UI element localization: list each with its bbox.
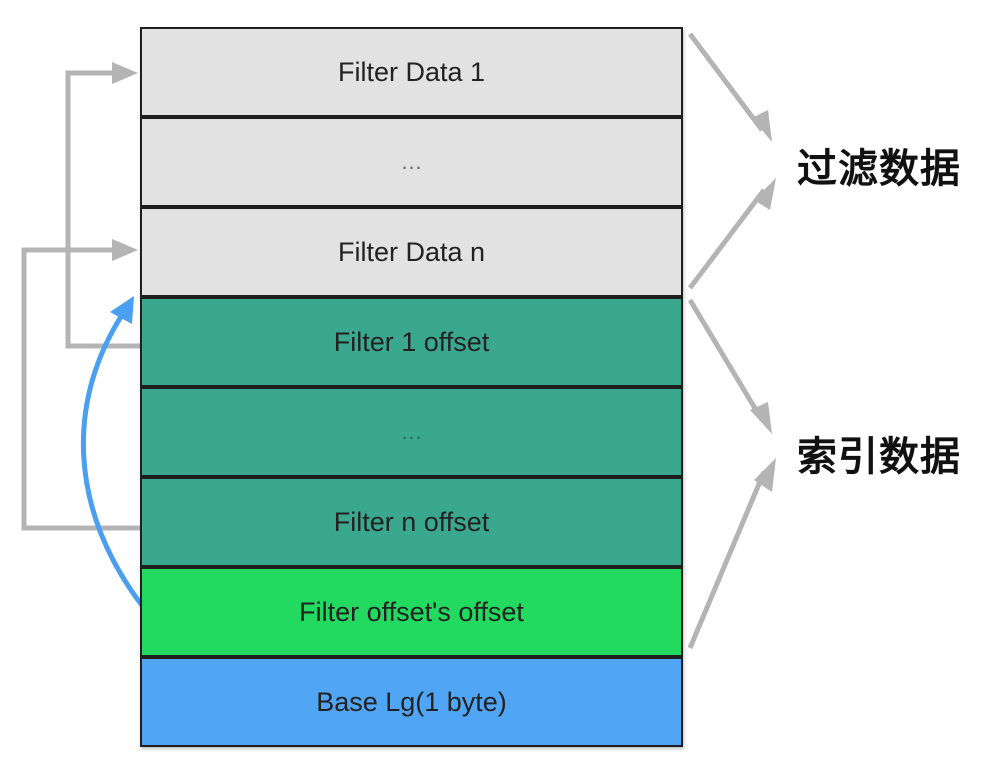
filter-data-arrowhead-top bbox=[752, 110, 772, 142]
base-lg-label: Base Lg(1 byte) bbox=[316, 686, 507, 717]
index-data-arrow-bottom bbox=[687, 471, 767, 649]
filter-1-offset-label: Filter 1 offset bbox=[333, 326, 490, 357]
filter-n-offset-block: Filter n offset bbox=[140, 477, 683, 567]
filter-data-arrow-top bbox=[688, 32, 764, 132]
base-lg-block: Base Lg(1 byte) bbox=[140, 657, 683, 747]
filter-data-arrow-bottom bbox=[688, 188, 766, 290]
pointer-arrow-filter-n bbox=[21, 247, 140, 531]
index-data-group-label: 索引数据 bbox=[797, 434, 961, 480]
filter-offsets-offset-block: Filter offset's offset bbox=[140, 567, 683, 657]
filter-data-ellipsis-label: … bbox=[400, 149, 423, 174]
filter-data-arrowhead-bottom bbox=[754, 178, 776, 210]
filter-data-group-label: 过滤数据 bbox=[797, 146, 961, 192]
filter-data-ellipsis-block: … bbox=[140, 117, 683, 207]
pointer-arrowhead-filter-1 bbox=[112, 62, 138, 84]
filter-offset-ellipsis-block: … bbox=[140, 387, 683, 477]
index-data-arrow-top bbox=[687, 298, 765, 422]
filter-data-n-block: Filter Data n bbox=[140, 207, 683, 297]
filter-offsets-offset-label: Filter offset's offset bbox=[299, 596, 524, 627]
filter-n-offset-label: Filter n offset bbox=[333, 506, 490, 537]
filter-offset-ellipsis-label: … bbox=[400, 419, 423, 444]
filter-data-n-label: Filter Data n bbox=[337, 236, 486, 267]
offset-pointer-curve bbox=[80, 310, 146, 610]
filter-data-1-label: Filter Data 1 bbox=[337, 56, 486, 87]
offset-pointer-arrowhead bbox=[110, 296, 134, 324]
filter-block-diagram: Filter Data 1 … Filter Data n Filter 1 o… bbox=[0, 0, 1008, 781]
filter-data-1-block: Filter Data 1 bbox=[140, 27, 683, 117]
filter-1-offset-block: Filter 1 offset bbox=[140, 297, 683, 387]
pointer-arrowhead-filter-n bbox=[112, 239, 138, 261]
